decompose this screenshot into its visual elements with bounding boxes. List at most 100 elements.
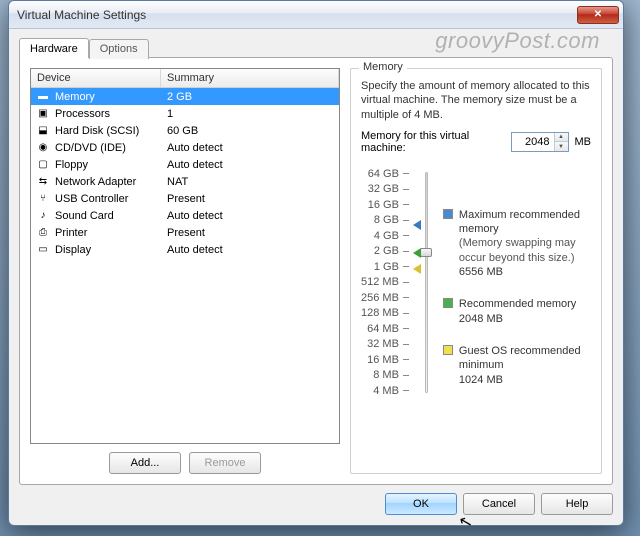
scale-tick: 8 MB — [373, 369, 409, 381]
memory-group-label: Memory — [359, 61, 407, 73]
scale-tick: 16 MB — [367, 354, 409, 366]
vm-settings-dialog: Virtual Machine Settings ✕ Hardware Opti… — [8, 0, 624, 526]
scale-tick: 256 MB — [361, 292, 409, 304]
tab-page-hardware: Device Summary ▬ Memory 2 GB▣ Processors… — [19, 57, 613, 485]
legend-box-blue-icon — [443, 209, 453, 219]
slider-thumb[interactable] — [420, 248, 432, 257]
cpu-icon: ▣ — [35, 107, 51, 121]
memory-unit: MB — [575, 136, 592, 148]
device-name: Processors — [53, 108, 161, 120]
memory-icon: ▬ — [35, 90, 51, 104]
legend-box-green-icon — [443, 298, 453, 308]
window-title: Virtual Machine Settings — [17, 8, 577, 22]
legend-box-yellow-icon — [443, 345, 453, 355]
device-summary: Auto detect — [161, 244, 339, 256]
device-name: Floppy — [53, 159, 161, 171]
device-name: Memory — [53, 91, 161, 103]
ok-button[interactable]: OK — [385, 493, 457, 515]
device-summary: Auto detect — [161, 210, 339, 222]
memory-scale: 64 GB 32 GB 16 GB 8 GB 4 GB 2 GB 1 GB 512 MB 256… — [361, 168, 409, 397]
tab-options[interactable]: Options — [89, 39, 149, 59]
legend-min: Guest OS recommended minimum 1024 MB — [443, 344, 591, 387]
add-button[interactable]: Add... — [109, 452, 181, 474]
legend-max: Maximum recommended memory (Memory swapp… — [443, 208, 591, 279]
remove-button: Remove — [189, 452, 261, 474]
device-row-cd[interactable]: ◉ CD/DVD (IDE) Auto detect — [31, 139, 339, 156]
device-row-memory[interactable]: ▬ Memory 2 GB — [31, 88, 339, 105]
printer-icon: ⎙ — [35, 226, 51, 240]
scale-tick: 4 GB — [374, 230, 409, 242]
device-row-usb[interactable]: ⑂ USB Controller Present — [31, 190, 339, 207]
device-table-header: Device Summary — [31, 69, 339, 88]
tab-hardware[interactable]: Hardware — [19, 38, 89, 58]
device-name: Printer — [53, 227, 161, 239]
help-button[interactable]: Help — [541, 493, 613, 515]
memory-slider[interactable] — [419, 168, 433, 397]
marker-max-icon — [413, 220, 421, 230]
device-summary: 60 GB — [161, 125, 339, 137]
legend-max-label: Maximum recommended memory — [459, 208, 591, 237]
device-name: Sound Card — [53, 210, 161, 222]
device-summary: 2 GB — [161, 91, 339, 103]
device-summary: Present — [161, 227, 339, 239]
device-name: Network Adapter — [53, 176, 161, 188]
col-summary[interactable]: Summary — [161, 69, 339, 87]
memory-spinner[interactable]: ▲ ▼ — [511, 132, 569, 152]
device-summary: Auto detect — [161, 159, 339, 171]
device-name: Hard Disk (SCSI) — [53, 125, 161, 137]
legend-rec-label: Recommended memory — [459, 297, 576, 311]
device-name: Display — [53, 244, 161, 256]
scale-tick: 512 MB — [361, 276, 409, 288]
scale-tick: 128 MB — [361, 307, 409, 319]
device-row-display[interactable]: ▭ Display Auto detect — [31, 241, 339, 258]
watermark: groovyPost.com — [435, 28, 600, 54]
legend-max-value: 6556 MB — [459, 265, 591, 279]
device-row-net[interactable]: ⇆ Network Adapter NAT — [31, 173, 339, 190]
memory-description: Specify the amount of memory allocated t… — [361, 79, 591, 122]
marker-min-icon — [413, 264, 421, 274]
close-button[interactable]: ✕ — [577, 6, 619, 24]
titlebar: Virtual Machine Settings ✕ — [9, 1, 623, 29]
cd-icon: ◉ — [35, 141, 51, 155]
display-icon: ▭ — [35, 243, 51, 257]
device-row-printer[interactable]: ⎙ Printer Present — [31, 224, 339, 241]
marker-rec-icon — [413, 248, 421, 258]
hdd-icon: ⬓ — [35, 124, 51, 138]
scale-tick: 4 MB — [373, 385, 409, 397]
legend-min-value: 1024 MB — [459, 373, 591, 387]
legend-rec-value: 2048 MB — [459, 312, 576, 326]
legend-rec: Recommended memory 2048 MB — [443, 297, 591, 326]
spin-down-icon[interactable]: ▼ — [555, 142, 568, 151]
memory-input[interactable] — [512, 133, 554, 151]
memory-group: Memory Specify the amount of memory allo… — [350, 68, 602, 474]
scale-tick: 64 GB — [368, 168, 409, 180]
device-summary: NAT — [161, 176, 339, 188]
device-name: CD/DVD (IDE) — [53, 142, 161, 154]
scale-tick: 32 MB — [367, 338, 409, 350]
device-table: Device Summary ▬ Memory 2 GB▣ Processors… — [30, 68, 340, 444]
device-row-cpu[interactable]: ▣ Processors 1 — [31, 105, 339, 122]
scale-tick: 2 GB — [374, 245, 409, 257]
device-row-floppy[interactable]: ▢ Floppy Auto detect — [31, 156, 339, 173]
floppy-icon: ▢ — [35, 158, 51, 172]
legend-max-note: (Memory swapping may occur beyond this s… — [459, 236, 591, 265]
scale-tick: 8 GB — [374, 214, 409, 226]
device-table-body: ▬ Memory 2 GB▣ Processors 1⬓ Hard Disk (… — [31, 88, 339, 443]
scale-tick: 32 GB — [368, 183, 409, 195]
legend-min-label: Guest OS recommended minimum — [459, 344, 591, 373]
scale-tick: 16 GB — [368, 199, 409, 211]
device-row-hdd[interactable]: ⬓ Hard Disk (SCSI) 60 GB — [31, 122, 339, 139]
usb-icon: ⑂ — [35, 192, 51, 206]
device-summary: 1 — [161, 108, 339, 120]
col-device[interactable]: Device — [31, 69, 161, 87]
scale-tick: 1 GB — [374, 261, 409, 273]
device-row-sound[interactable]: ♪ Sound Card Auto detect — [31, 207, 339, 224]
sound-icon: ♪ — [35, 209, 51, 223]
net-icon: ⇆ — [35, 175, 51, 189]
cancel-button[interactable]: Cancel — [463, 493, 535, 515]
spin-up-icon[interactable]: ▲ — [555, 133, 568, 143]
device-summary: Present — [161, 193, 339, 205]
device-name: USB Controller — [53, 193, 161, 205]
device-summary: Auto detect — [161, 142, 339, 154]
scale-tick: 64 MB — [367, 323, 409, 335]
